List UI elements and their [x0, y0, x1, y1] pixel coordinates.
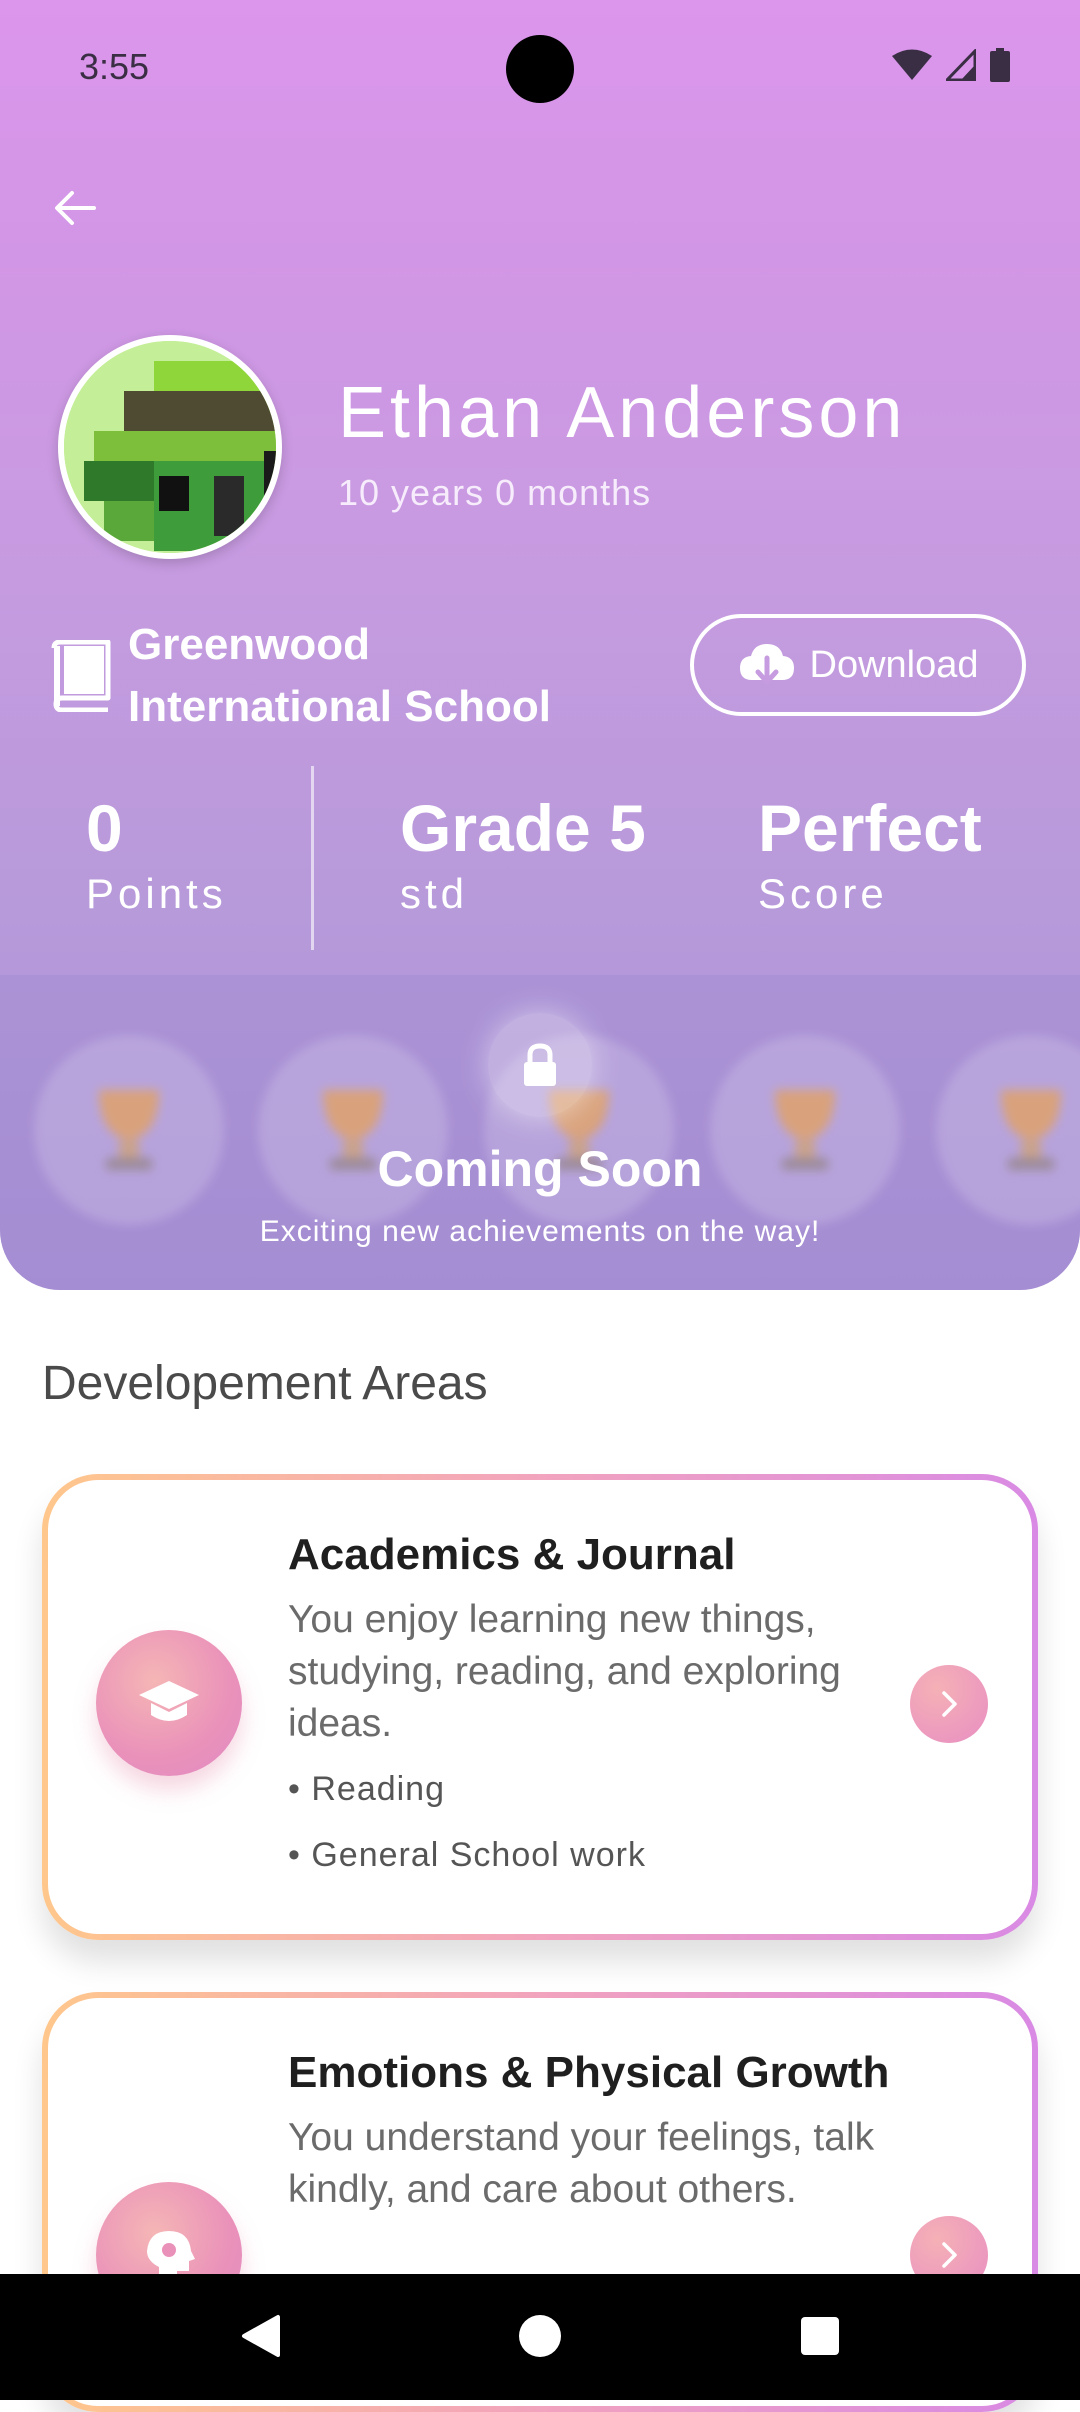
status-bar: 3:55: [0, 0, 1080, 130]
score-value: Perfect: [758, 791, 982, 865]
card-emotions-title: Emotions & Physical Growth: [288, 2048, 890, 2097]
chevron-right-icon: [942, 2242, 957, 2268]
chevron-right-icon: [942, 1691, 957, 1717]
system-nav-bar: [0, 2274, 1080, 2400]
nav-back-button[interactable]: [220, 2296, 300, 2376]
lock-icon: [488, 1013, 592, 1117]
card-emotions-description: You understand your feelings, talk kindl…: [288, 2116, 875, 2211]
download-button[interactable]: Download: [690, 614, 1026, 716]
back-button[interactable]: [46, 180, 102, 236]
graduation-cap-icon: [96, 1630, 242, 1776]
grade-label: std: [400, 870, 469, 917]
camera-cutout: [506, 35, 574, 103]
achievements-panel: Coming Soon Exciting new achievements on…: [0, 975, 1080, 1290]
wifi-icon: [892, 49, 932, 80]
coming-soon-subtitle: Exciting new achievements on the way!: [259, 1215, 821, 1248]
avatar[interactable]: [58, 335, 282, 559]
card-academics-bullet: • Reading: [288, 1770, 446, 1808]
school-name: Greenwood International School: [128, 614, 598, 738]
card-academics-bullet: • General School work: [288, 1836, 646, 1874]
stats-divider: [311, 766, 314, 950]
triangle-back-icon: [242, 2315, 280, 2357]
square-recents-icon: [801, 2317, 839, 2355]
cloud-download-icon: [739, 644, 794, 685]
avatar-image: [64, 341, 276, 553]
profile-header: 3:55 Ethan Anderson 10 years 0 months Gr…: [0, 0, 1080, 1290]
book-icon: [51, 640, 111, 712]
card-academics-body: Academics & Journal You enjoy learning n…: [48, 1480, 1032, 1934]
points-label: Points: [86, 870, 227, 917]
battery-icon: [990, 48, 1010, 82]
nav-home-button[interactable]: [500, 2296, 580, 2376]
status-icons: [892, 48, 1010, 82]
card-academics-arrow-button[interactable]: [910, 1665, 988, 1743]
card-academics[interactable]: Academics & Journal You enjoy learning n…: [42, 1474, 1038, 1940]
nav-recents-button[interactable]: [780, 2296, 860, 2376]
card-academics-description: You enjoy learning new things, studying,…: [288, 1598, 841, 1745]
circle-home-icon: [519, 2315, 561, 2357]
signal-icon: [946, 49, 976, 81]
points-value: 0: [86, 791, 123, 865]
coming-soon-title: Coming Soon: [377, 1141, 703, 1197]
profile-age: 10 years 0 months: [338, 472, 652, 513]
grade-value: Grade 5: [400, 791, 646, 865]
download-label: Download: [809, 643, 979, 686]
score-label: Score: [758, 870, 888, 917]
section-title: Developement Areas: [42, 1357, 488, 1410]
profile-name: Ethan Anderson: [338, 373, 907, 453]
card-academics-title: Academics & Journal: [288, 1530, 736, 1579]
status-time: 3:55: [79, 46, 150, 87]
school-name-line2: International School: [128, 682, 551, 731]
school-name-line1: Greenwood: [128, 620, 371, 669]
arrow-left-icon: [55, 191, 96, 225]
